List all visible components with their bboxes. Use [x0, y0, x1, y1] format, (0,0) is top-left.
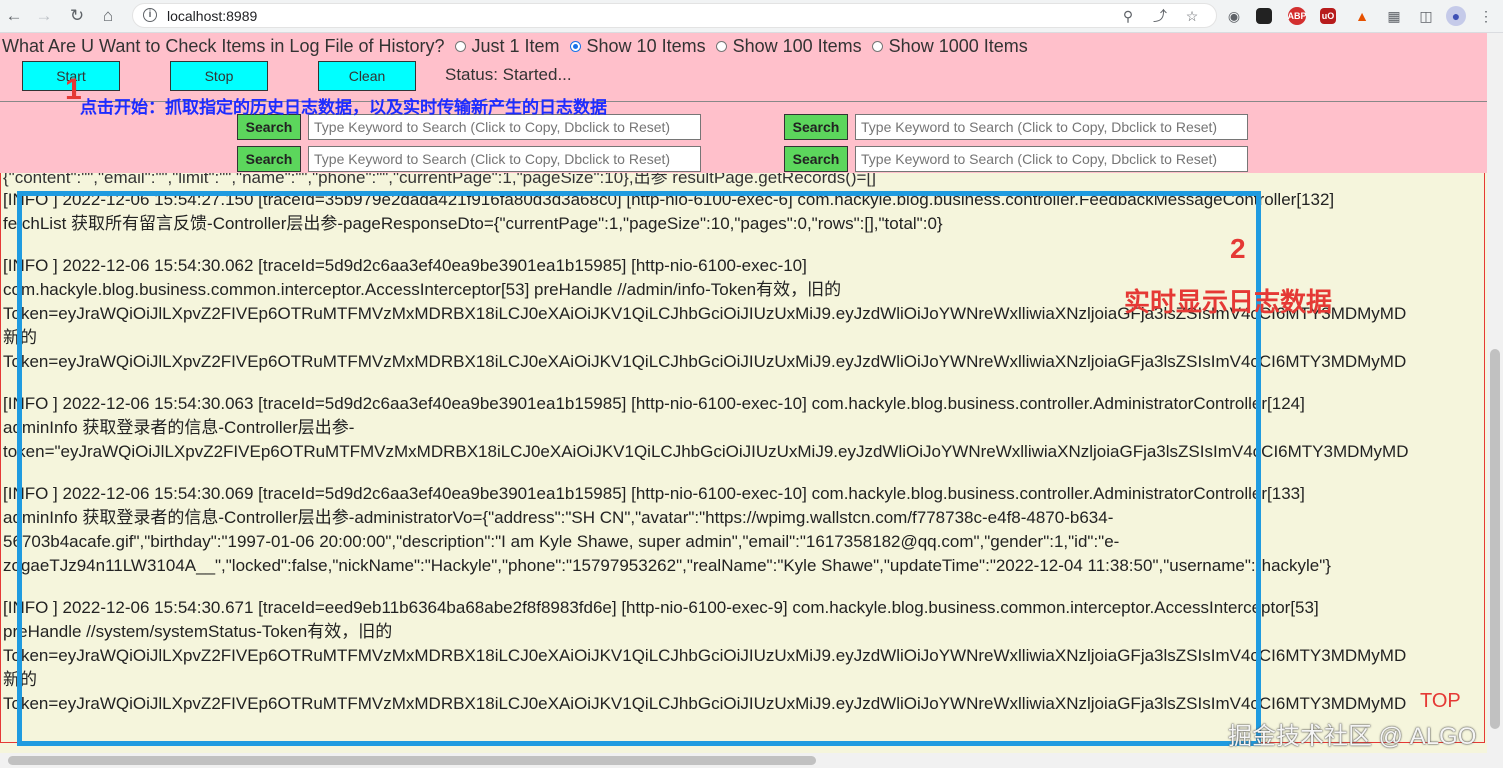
- vertical-scroll-thumb[interactable]: [1490, 349, 1500, 729]
- extension-dark-icon[interactable]: [1256, 8, 1272, 24]
- top-link[interactable]: TOP: [1420, 690, 1461, 713]
- vertical-scrollbar[interactable]: [1487, 33, 1503, 753]
- extension-circle-icon[interactable]: ◉: [1224, 6, 1244, 26]
- share-icon[interactable]: ⤴: [1150, 6, 1170, 26]
- search-button-2[interactable]: Search: [784, 114, 848, 140]
- search-button-4[interactable]: Search: [784, 146, 848, 172]
- browser-toolbar: ← → ↻ ⌂ i localhost:8989 ⚲ ⤴ ☆ ◉ ABP uO …: [0, 0, 1503, 33]
- horizontal-scrollbar[interactable]: [0, 753, 1503, 768]
- annotation-two-number: 2: [1230, 233, 1246, 264]
- clean-button[interactable]: Clean: [318, 61, 416, 91]
- question-label: What Are U Want to Check Items in Log Fi…: [2, 36, 445, 56]
- stop-button[interactable]: Stop: [170, 61, 268, 91]
- radio-option[interactable]: Just 1 Item: [454, 36, 560, 57]
- watermark: 掘金技术社区 @ ALGO: [1228, 723, 1477, 750]
- radio-button[interactable]: [871, 41, 883, 52]
- annotation-highlight-box: [17, 191, 1261, 746]
- menu-kebab-icon[interactable]: ⋮: [1476, 6, 1496, 26]
- ublock-icon[interactable]: uO: [1320, 8, 1336, 24]
- radio-option[interactable]: Show 100 Items: [715, 36, 862, 57]
- search-input-4[interactable]: Type Keyword to Search (Click to Copy, D…: [855, 146, 1248, 172]
- extensions-puzzle-icon[interactable]: ▦: [1384, 6, 1404, 26]
- url-text: localhost:8989: [167, 8, 258, 24]
- radio-option[interactable]: Show 1000 Items: [871, 36, 1028, 57]
- info-icon[interactable]: i: [143, 8, 157, 22]
- search-input-2[interactable]: Type Keyword to Search (Click to Copy, D…: [855, 114, 1248, 140]
- back-icon[interactable]: ←: [3, 5, 25, 27]
- radio-button[interactable]: [454, 41, 466, 52]
- forward-icon[interactable]: →: [33, 5, 55, 27]
- radio-label: Show 10 Items: [586, 36, 706, 56]
- search-button-3[interactable]: Search: [237, 146, 301, 172]
- address-bar[interactable]: i localhost:8989: [132, 3, 1217, 28]
- control-panel: What Are U Want to Check Items in Log Fi…: [0, 33, 1487, 173]
- search-input-3[interactable]: Type Keyword to Search (Click to Copy, D…: [308, 146, 701, 172]
- annotation-two-text: 实时显示日志数据: [1124, 287, 1333, 317]
- home-icon[interactable]: ⌂: [97, 5, 119, 27]
- radio-label: Show 100 Items: [732, 36, 862, 56]
- radio-button[interactable]: [715, 41, 727, 52]
- extension-orange-icon[interactable]: ▲: [1352, 6, 1372, 26]
- radio-label: Just 1 Item: [471, 36, 560, 56]
- profile-avatar-icon[interactable]: ●: [1446, 6, 1466, 26]
- reload-icon[interactable]: ↻: [66, 5, 88, 27]
- adblock-icon[interactable]: ABP: [1288, 7, 1307, 25]
- radio-label: Show 1000 Items: [888, 36, 1028, 56]
- zoom-icon[interactable]: ⚲: [1118, 6, 1138, 26]
- status-text: Status: Started...: [445, 65, 572, 84]
- sidepanel-icon[interactable]: ◫: [1416, 6, 1436, 26]
- history-question: What Are U Want to Check Items in Log Fi…: [2, 36, 1028, 57]
- annotation-one-text: 点击开始：抓取指定的历史日志数据，以及实时传输新产生的日志数据: [80, 98, 607, 117]
- radio-option[interactable]: Show 10 Items: [569, 36, 706, 57]
- radio-button[interactable]: [569, 41, 581, 52]
- bookmark-star-icon[interactable]: ☆: [1182, 6, 1202, 26]
- horizontal-scroll-thumb[interactable]: [8, 756, 816, 765]
